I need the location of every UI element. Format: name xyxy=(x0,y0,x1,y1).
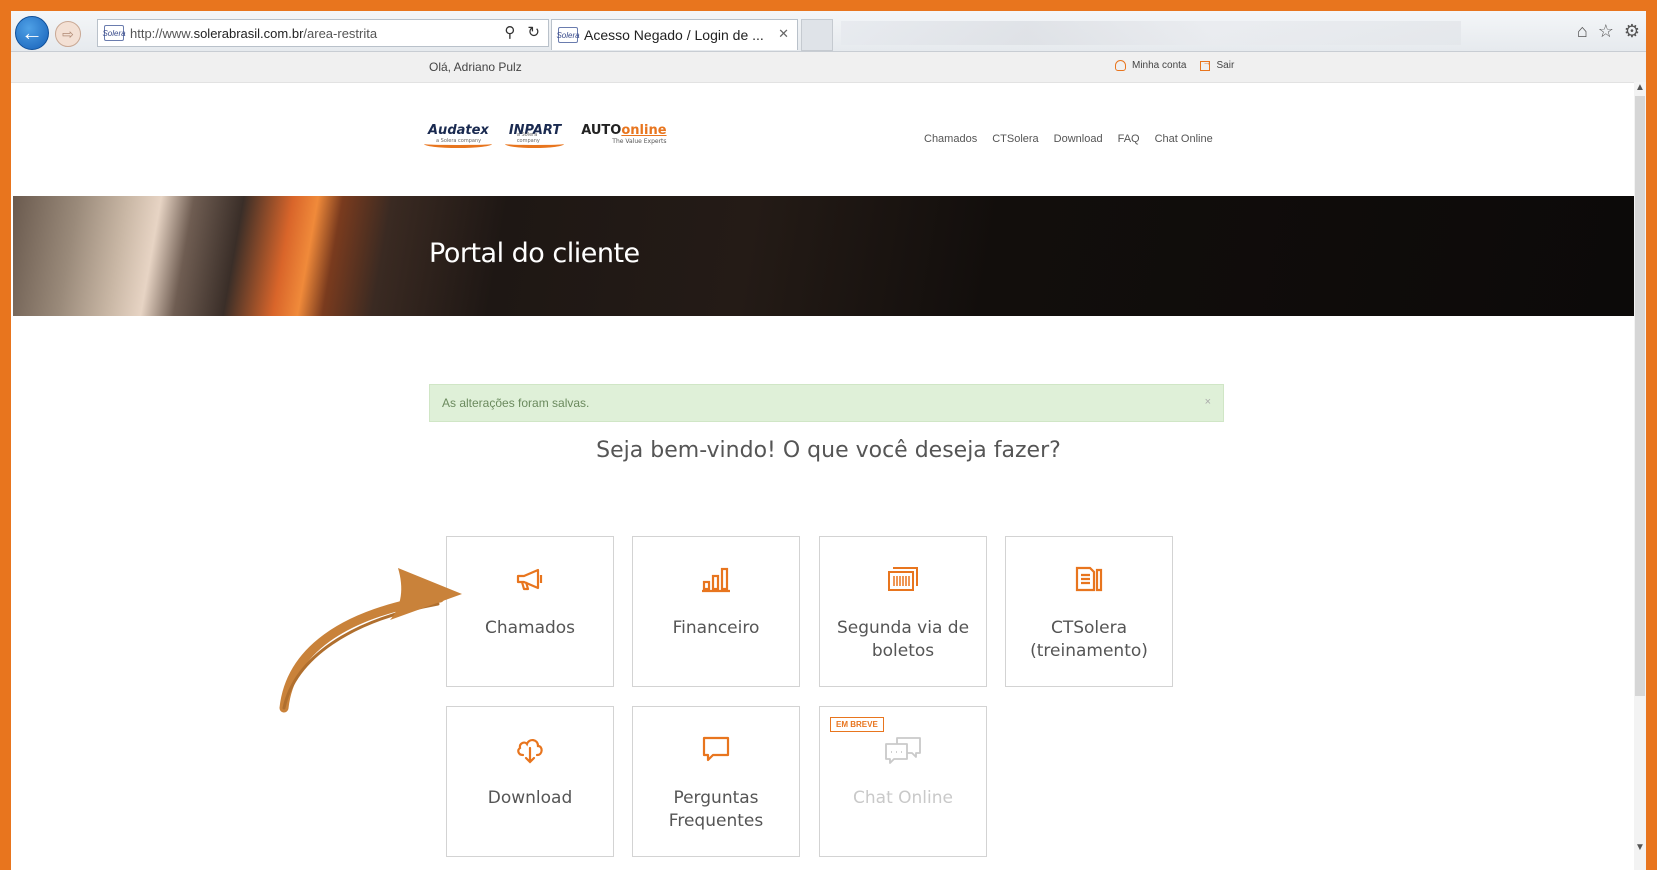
url-path: /area-restrita xyxy=(303,25,378,41)
url-prefix: http://www. xyxy=(130,25,194,41)
tile-financeiro[interactable]: Financeiro xyxy=(632,536,800,687)
address-bar[interactable]: Solera http://www. solerabrasil.com.br/ar… xyxy=(97,19,549,47)
user-icon xyxy=(1115,60,1126,71)
annotation-arrow-icon xyxy=(279,568,462,713)
settings-gear-icon[interactable]: ⚙ xyxy=(1624,21,1640,42)
tile-chat-online: EM BREVE Chat Online xyxy=(819,706,987,857)
tile-label: Download xyxy=(487,788,573,808)
autoonline-logo-auto: AUTO xyxy=(581,123,622,138)
logout-link[interactable]: Sair xyxy=(1216,60,1234,71)
page-scrollbar[interactable]: ▲ ▼ xyxy=(1634,82,1646,870)
url-domain: solerabrasil.com.br xyxy=(193,25,304,41)
audatex-logo[interactable]: Audatex a Solera company xyxy=(424,123,493,148)
tile-label: Perguntas Frequentes xyxy=(668,788,764,831)
speech-bubble-icon xyxy=(633,735,799,765)
hero-banner: Portal do cliente xyxy=(13,196,1643,316)
nav-chat-online[interactable]: Chat Online xyxy=(1155,133,1213,145)
brand-logos: Audatex a Solera company INPART a Solera… xyxy=(424,123,667,155)
back-button[interactable]: ← xyxy=(15,16,49,50)
tile-perguntas-frequentes[interactable]: Perguntas Frequentes xyxy=(632,706,800,857)
tile-download[interactable]: Download xyxy=(446,706,614,857)
my-account-link[interactable]: Minha conta xyxy=(1132,60,1186,71)
inpart-logo[interactable]: INPART a Solera company xyxy=(504,123,564,148)
autoonline-logo[interactable]: AUTOonline The Value Experts xyxy=(581,123,666,155)
alert-message: As alterações foram salvas. xyxy=(442,396,590,410)
tile-ctsolera[interactable]: CTSolera (treinamento) xyxy=(1005,536,1173,687)
coming-soon-badge: EM BREVE xyxy=(830,717,884,732)
chat-bubbles-icon xyxy=(820,735,986,765)
nav-ctsolera[interactable]: CTSolera xyxy=(992,133,1038,145)
browser-chrome: ← ⇨ Solera http://www. solerabrasil.com.b… xyxy=(11,11,1646,52)
tab-favicon-icon: Solera xyxy=(556,27,580,43)
search-icon[interactable]: ⚲ xyxy=(504,23,515,41)
cloud-download-icon xyxy=(447,735,613,765)
favorites-star-icon[interactable]: ☆ xyxy=(1598,21,1614,42)
success-alert: As alterações foram salvas. × xyxy=(429,384,1224,422)
nav-faq[interactable]: FAQ xyxy=(1118,133,1140,145)
main-nav: Chamados CTSolera Download FAQ Chat Onli… xyxy=(924,133,1213,145)
nav-chamados[interactable]: Chamados xyxy=(924,133,977,145)
tile-segunda-via-boletos[interactable]: Segunda via de boletos xyxy=(819,536,987,687)
tile-label: Chat Online xyxy=(853,788,953,808)
alert-close-icon[interactable]: × xyxy=(1205,396,1211,408)
barcode-icon xyxy=(820,565,986,595)
home-icon[interactable]: ⌂ xyxy=(1577,21,1588,42)
nav-download[interactable]: Download xyxy=(1054,133,1103,145)
scroll-down-icon[interactable]: ▼ xyxy=(1635,842,1645,853)
forward-button[interactable]: ⇨ xyxy=(55,21,81,47)
blurred-tabs xyxy=(841,21,1461,45)
site-favicon-icon: Solera xyxy=(102,25,126,41)
page-title: Portal do cliente xyxy=(429,238,640,269)
welcome-heading: Seja bem-vindo! O que você deseja fazer? xyxy=(596,438,1061,463)
refresh-icon[interactable]: ↻ xyxy=(527,23,540,41)
scroll-up-icon[interactable]: ▲ xyxy=(1635,82,1645,93)
close-tab-icon[interactable]: ✕ xyxy=(778,26,789,42)
scroll-thumb[interactable] xyxy=(1635,96,1645,696)
new-tab-button[interactable] xyxy=(801,19,833,51)
document-icon xyxy=(1006,565,1172,595)
logout-icon xyxy=(1200,57,1211,71)
tile-label: CTSolera (treinamento) xyxy=(1030,618,1148,661)
audatex-logo-text: Audatex xyxy=(428,123,489,138)
bar-chart-icon xyxy=(633,565,799,595)
tile-label: Segunda via de boletos xyxy=(836,618,970,661)
user-bar: Olá, Adriano Pulz Minha conta Sair xyxy=(11,52,1646,83)
tab-title: Acesso Negado / Login de ... xyxy=(584,27,764,43)
autoonline-logo-online: online xyxy=(621,123,667,138)
tile-label: Financeiro xyxy=(672,618,760,638)
autoonline-tagline: The Value Experts xyxy=(612,138,667,145)
user-greeting: Olá, Adriano Pulz xyxy=(429,60,522,74)
browser-tab[interactable]: Solera Acesso Negado / Login de ... ✕ xyxy=(551,19,798,50)
